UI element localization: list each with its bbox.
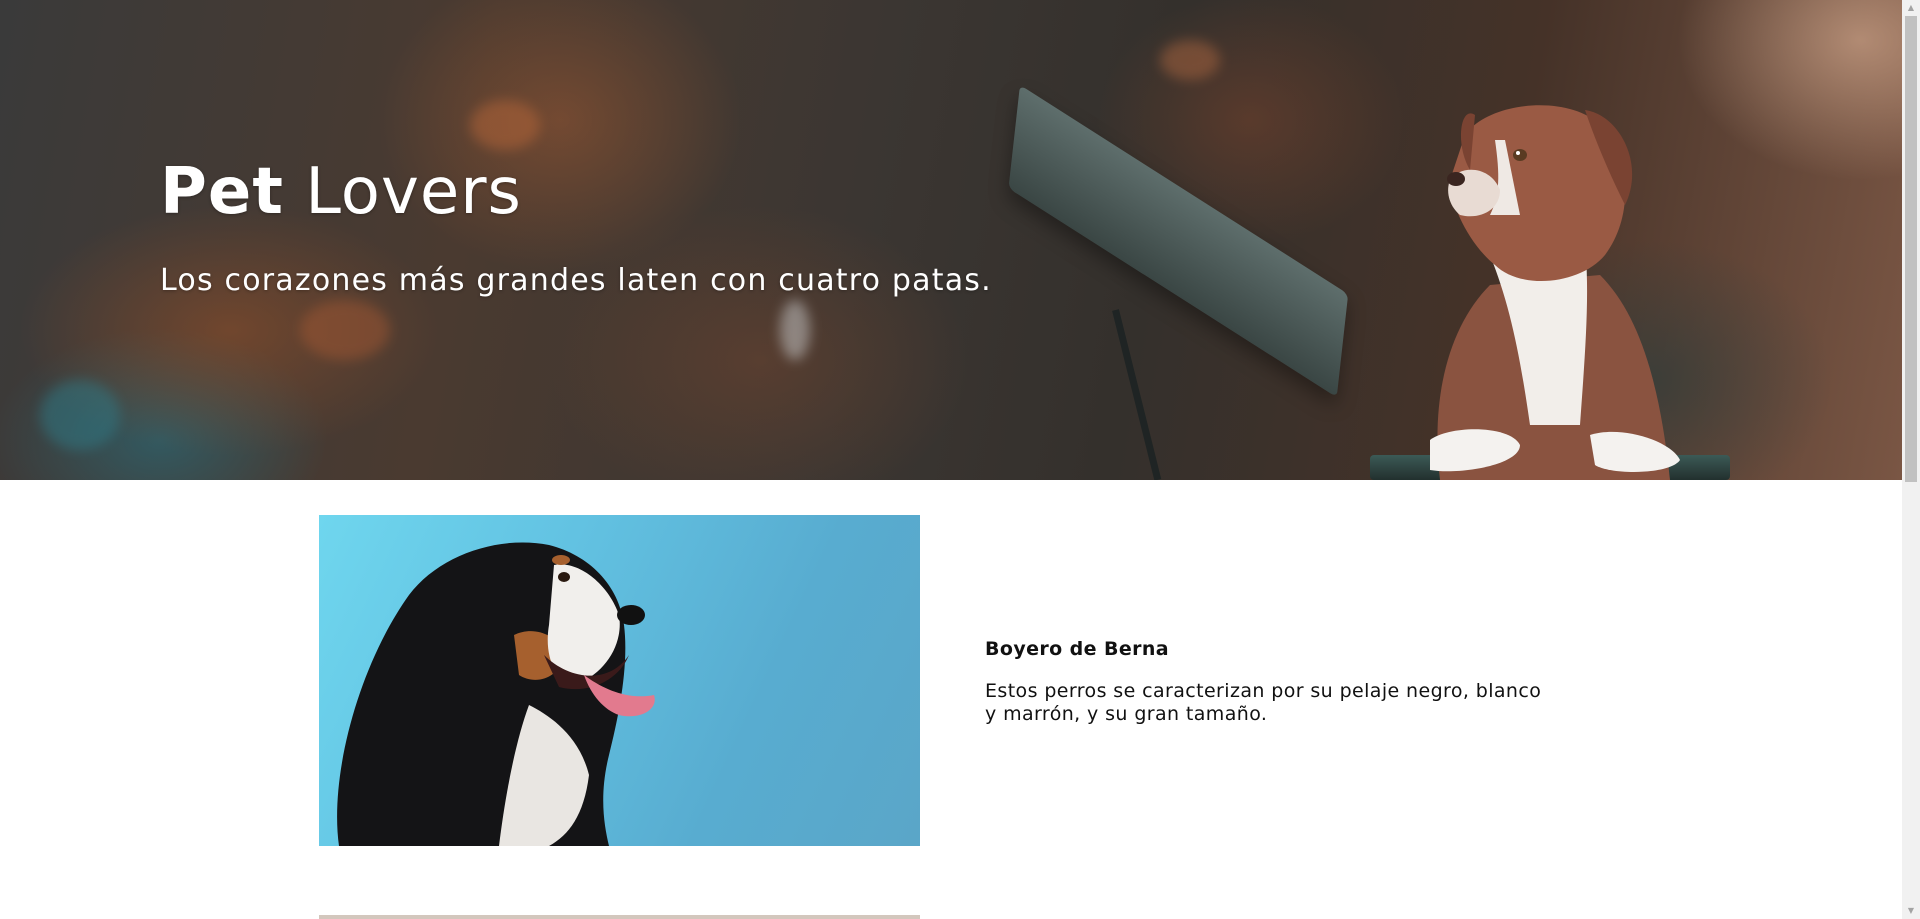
- vertical-scrollbar[interactable]: ▲ ▼: [1902, 0, 1920, 919]
- hero-bokeh: [300, 300, 390, 360]
- card-description: Estos perros se caracterizan por su pela…: [985, 680, 1542, 725]
- hero-bokeh: [470, 100, 540, 150]
- hero-title-bold: Pet: [160, 155, 284, 229]
- hero-bench-backrest: [1008, 85, 1349, 398]
- hero-banner: Pet Lovers Los corazones más grandes lat…: [0, 0, 1902, 480]
- hero-title: Pet Lovers: [160, 155, 522, 229]
- hero-bokeh: [40, 380, 120, 450]
- hero-bokeh: [1160, 40, 1220, 80]
- card-image-bernese: [319, 515, 920, 846]
- scroll-down-arrow-icon[interactable]: ▼: [1902, 903, 1920, 919]
- hero-bench-leg: [1112, 309, 1162, 480]
- hero-subtitle: Los corazones más grandes laten con cuat…: [160, 263, 992, 298]
- next-card-image-edge: [319, 915, 920, 919]
- hero-bokeh: [780, 300, 810, 360]
- bernese-dog-image: [337, 542, 655, 846]
- scroll-up-arrow-icon[interactable]: ▲: [1902, 0, 1920, 16]
- card-title: Boyero de Berna: [985, 638, 1170, 660]
- hero-dog-image: [1430, 105, 1680, 480]
- hero-title-rest: Lovers: [283, 155, 522, 229]
- scrollbar-thumb[interactable]: [1905, 16, 1917, 482]
